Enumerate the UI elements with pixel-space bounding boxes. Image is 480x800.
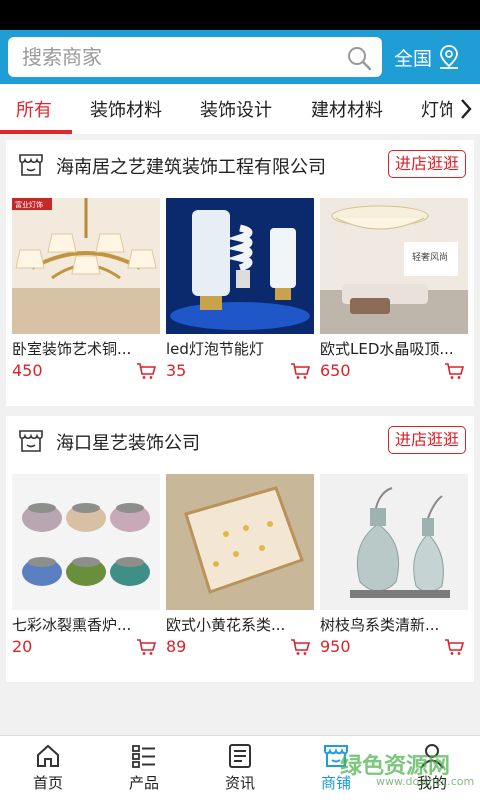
shop-header[interactable]: 海口星艺装饰公司 进店逛逛 (6, 416, 474, 466)
nav-news[interactable]: 资讯 (192, 736, 288, 800)
cart-icon[interactable] (290, 638, 310, 656)
product-price: 89 (166, 637, 187, 656)
product-image (320, 474, 468, 610)
search-input[interactable] (22, 43, 332, 71)
chevron-right-icon (461, 99, 472, 119)
watermark-url: www.downcc.com (376, 775, 475, 788)
product-row: 富业灯饰 卧室装饰艺术铜... 450 led灯泡节能灯 35 轻奢风尚 欧式L… (6, 198, 474, 388)
nav-label: 资讯 (224, 774, 255, 792)
shop-header[interactable]: 海南居之艺建筑装饰工程有限公司 进店逛逛 (6, 140, 474, 190)
product-image: 富业灯饰 (12, 198, 160, 334)
shop-card: 海口星艺装饰公司 进店逛逛 七彩冰裂熏香炉... 20 欧式小黄花系类... 8… (6, 416, 474, 682)
product-card[interactable]: 七彩冰裂熏香炉... 20 (12, 474, 160, 664)
list-icon (132, 745, 155, 768)
status-bar (0, 0, 480, 30)
product-card[interactable]: 轻奢风尚 欧式LED水晶吸顶... 650 (320, 198, 468, 388)
search-icon[interactable] (346, 45, 372, 71)
tab-scroll-right[interactable] (452, 84, 480, 134)
home-icon (37, 744, 59, 767)
cart-icon[interactable] (444, 362, 464, 380)
search-box[interactable] (8, 37, 382, 77)
product-image (12, 474, 160, 610)
shop-name: 海南居之艺建筑装饰工程有限公司 (56, 157, 326, 178)
news-icon (229, 744, 251, 768)
product-price: 950 (320, 637, 351, 656)
product-card[interactable]: led灯泡节能灯 35 (166, 198, 314, 388)
product-image: 轻奢风尚 (320, 198, 468, 334)
nav-products[interactable]: 产品 (96, 736, 192, 800)
cart-icon[interactable] (136, 638, 156, 656)
tab-all[interactable]: 所有 (16, 96, 52, 122)
store-icon (19, 430, 43, 452)
product-price: 650 (320, 361, 351, 380)
product-title: 树枝鸟系类清新... (320, 616, 440, 634)
product-badge: 轻奢风尚 (412, 251, 448, 263)
visit-shop-button[interactable]: 进店逛逛 (387, 426, 466, 454)
cart-icon[interactable] (290, 362, 310, 380)
product-title: 七彩冰裂熏香炉... (12, 616, 132, 634)
nav-label: 产品 (128, 774, 159, 792)
product-title: 卧室装饰艺术铜... (12, 340, 132, 358)
active-tab-indicator (0, 130, 72, 134)
shop-card: 海南居之艺建筑装饰工程有限公司 进店逛逛 富业灯饰 卧室装饰艺术铜... 450 (6, 140, 474, 406)
tab-building-materials[interactable]: 建材材料 (311, 96, 383, 122)
visit-shop-button[interactable]: 进店逛逛 (387, 150, 466, 178)
region-selector[interactable]: 全国 (394, 42, 460, 72)
product-price: 35 (166, 361, 187, 380)
cart-icon[interactable] (444, 638, 464, 656)
region-label: 全国 (394, 47, 433, 70)
cart-icon[interactable] (136, 362, 156, 380)
product-title: led灯泡节能灯 (166, 340, 264, 358)
nav-home[interactable]: 首页 (0, 736, 96, 800)
shop-name: 海口星艺装饰公司 (56, 433, 200, 454)
product-price: 20 (12, 637, 33, 656)
product-row: 七彩冰裂熏香炉... 20 欧式小黄花系类... 89 树枝鸟系类清新... 9… (6, 474, 474, 664)
product-price: 450 (12, 361, 43, 380)
tab-decor-materials[interactable]: 装饰材料 (90, 96, 162, 122)
tab-decor-design[interactable]: 装饰设计 (200, 96, 272, 122)
product-card[interactable]: 富业灯饰 卧室装饰艺术铜... 450 (12, 198, 160, 388)
product-image (166, 474, 314, 610)
product-badge: 富业灯饰 (15, 200, 43, 209)
product-card[interactable]: 树枝鸟系类清新... 950 (320, 474, 468, 664)
nav-label: 首页 (32, 774, 63, 792)
store-icon (19, 154, 43, 176)
category-tabbar: 所有 装饰材料 装饰设计 建材材料 灯饰 (0, 84, 480, 134)
location-pin-icon (440, 45, 459, 69)
product-card[interactable]: 欧式小黄花系类... 89 (166, 474, 314, 664)
product-image (166, 198, 314, 334)
search-header: 全国 (0, 30, 480, 84)
product-title: 欧式LED水晶吸顶... (320, 340, 454, 358)
product-title: 欧式小黄花系类... (166, 616, 286, 634)
